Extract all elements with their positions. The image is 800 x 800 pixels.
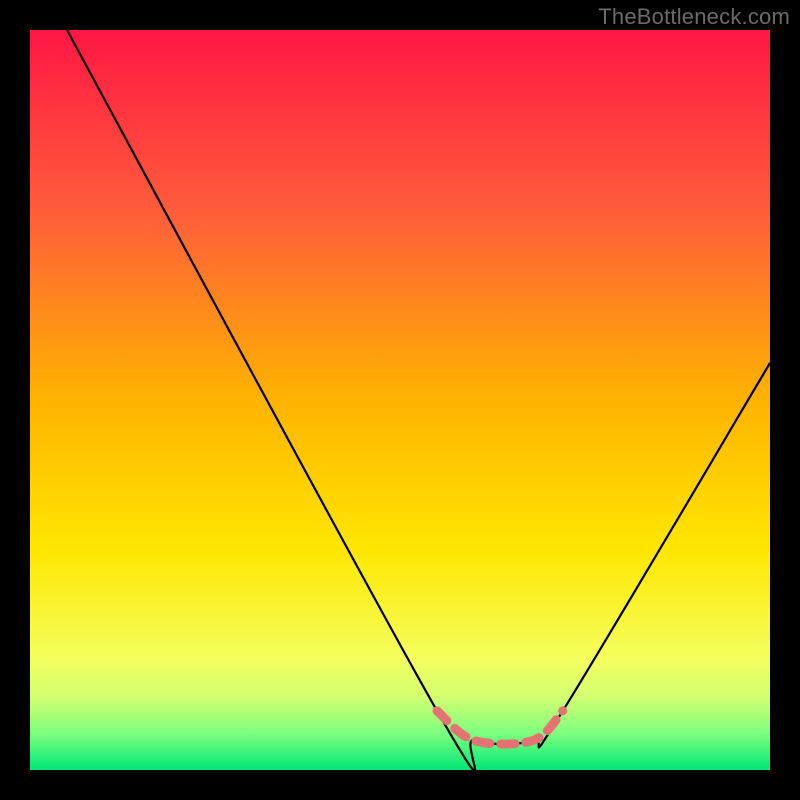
bottleneck-chart [0,0,800,800]
attribution-watermark: TheBottleneck.com [598,4,790,30]
plot-background [30,30,770,770]
chart-container: TheBottleneck.com [0,0,800,800]
